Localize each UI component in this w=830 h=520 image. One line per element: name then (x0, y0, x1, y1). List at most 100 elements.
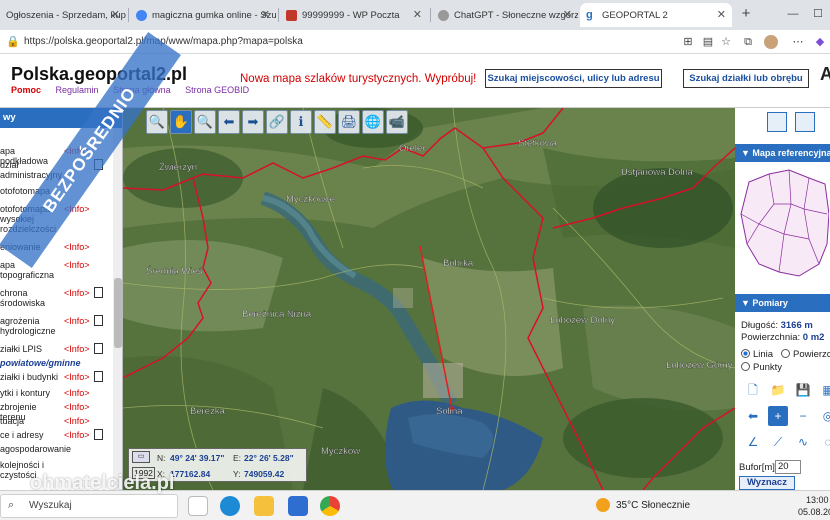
layer-name: tuacja (0, 416, 25, 426)
tab-chatgpt[interactable]: ChatGPT - Słoneczne wzgórze ✕ (432, 3, 578, 27)
mode-points-option[interactable]: Punkty (741, 362, 782, 373)
compute-button[interactable]: Wyznacz (739, 476, 795, 490)
layer-info-link[interactable]: <Info> (64, 316, 90, 326)
profile-avatar[interactable] (764, 35, 778, 49)
chrome-icon[interactable] (320, 496, 340, 516)
open-folder-icon[interactable]: 📁 (768, 380, 788, 400)
tab-title: GEOPORTAL 2 (602, 9, 668, 21)
buffer-input[interactable]: 20 (775, 460, 801, 474)
close-tab-icon[interactable]: ✕ (111, 8, 120, 21)
grid-icon[interactable]: ▦ (818, 380, 830, 400)
layer-info-link[interactable]: <Info> (64, 402, 90, 412)
radio-icon[interactable] (781, 349, 790, 358)
copilot-icon[interactable]: ◆ (812, 34, 828, 50)
undo-arrow-icon[interactable]: ⬅ (743, 406, 763, 426)
map-canvas[interactable]: Zwierzyń Orelec Stefkowa Ustjanowa Dolna… (123, 108, 735, 490)
document-icon[interactable] (94, 429, 103, 440)
place-label: Berezka (190, 406, 226, 417)
polyline-icon[interactable]: ⟋ (768, 432, 788, 452)
layer-info-link[interactable]: <Info> (64, 430, 90, 440)
mode-line-option[interactable]: Linia (741, 349, 773, 360)
tab-wp-poczta[interactable]: 99999999 - WP Poczta ✕ (280, 3, 428, 27)
info-icon[interactable]: ℹ (290, 110, 312, 134)
edge-icon[interactable] (220, 496, 240, 516)
close-tab-icon[interactable]: ✕ (413, 8, 422, 21)
close-tab-icon[interactable]: ✕ (261, 8, 270, 21)
add-point-icon[interactable]: + (768, 406, 788, 426)
store-icon[interactable] (288, 496, 308, 516)
file-explorer-icon[interactable] (254, 496, 274, 516)
document-icon[interactable] (94, 315, 103, 326)
zoom-in-icon[interactable]: 🔍 (194, 110, 216, 134)
layout-icon[interactable] (767, 112, 787, 132)
layer-info-link[interactable]: <Info> (64, 388, 90, 398)
layer-info-link[interactable]: <Info> (64, 288, 90, 298)
tab-magiczna-gumka[interactable]: magiczna gumka online - Szuk ✕ (130, 3, 276, 27)
app-icon[interactable]: ⊞ (680, 34, 696, 50)
close-tab-icon[interactable]: ✕ (717, 8, 726, 21)
weather-icon[interactable] (596, 498, 610, 512)
url-field[interactable]: https://polska.geoportal2.pl/map/www/map… (24, 33, 664, 51)
layout-split-icon[interactable] (795, 112, 815, 132)
menu-icon[interactable]: ⋯ (790, 34, 806, 50)
target-icon[interactable]: ◎ (818, 406, 830, 426)
measurements-header[interactable]: ▼ Pomiary (735, 294, 830, 312)
back-arrow-icon[interactable]: ⬅ (218, 110, 240, 134)
favorite-icon[interactable]: ☆ (718, 34, 734, 50)
search-parcel-button[interactable]: Szukaj działki lub obrębu (683, 69, 809, 88)
document-icon[interactable] (94, 371, 103, 382)
place-label: Ustjanowa Dolna (621, 167, 694, 178)
promo-banner[interactable]: Nowa mapa szlaków turystycznych. Wypróbu… (240, 73, 476, 85)
mode-area-option[interactable]: Powierzchnia (781, 349, 830, 360)
layer-info-link[interactable]: <Info> (64, 372, 90, 382)
remove-point-icon[interactable]: − (793, 406, 813, 426)
scroll-thumb[interactable] (114, 278, 122, 348)
poland-reference-map[interactable] (739, 164, 829, 280)
weather-text[interactable]: 35°C Słonecznie (616, 500, 690, 511)
zoom-out-icon[interactable]: 🔍 (146, 110, 168, 134)
buffer-icon[interactable]: ◌ (818, 432, 830, 452)
document-icon[interactable] (94, 287, 103, 298)
lock-icon[interactable]: 🔒 (5, 34, 21, 50)
forward-arrow-icon[interactable]: ➡ (242, 110, 264, 134)
layer-info-link[interactable]: <Info> (64, 260, 90, 270)
collections-icon[interactable]: ⧉ (740, 34, 756, 50)
close-tab-icon[interactable]: ✕ (563, 8, 572, 21)
layer-info-link[interactable]: <Info> (64, 344, 90, 354)
reference-map-header[interactable]: ▼ Mapa referencyjna (735, 144, 830, 162)
help-link[interactable]: Pomoc (11, 85, 41, 95)
address-bar: 🔒 https://polska.geoportal2.pl/map/www/m… (0, 30, 830, 54)
link-icon[interactable]: 🔗 (266, 110, 288, 134)
mail-icon (286, 9, 297, 21)
new-document-icon[interactable]: 🗋 (743, 380, 763, 400)
new-tab-icon[interactable]: + (738, 6, 754, 22)
globe-icon[interactable]: 🌐 (362, 110, 384, 134)
clock-time[interactable]: 13:00 (806, 495, 829, 505)
layers-scrollbar[interactable] (113, 128, 122, 490)
reader-icon[interactable]: ▤ (700, 34, 716, 50)
tab-geoportal[interactable]: g GEOPORTAL 2 ✕ (580, 3, 732, 27)
geobid-link[interactable]: Strona GEOBID (185, 85, 249, 95)
scale-icon[interactable]: ▭ (132, 451, 150, 463)
radio-icon[interactable] (741, 362, 750, 371)
layer-info-link[interactable]: <Info> (64, 242, 90, 252)
video-icon[interactable]: 📹 (386, 110, 408, 134)
terms-link[interactable]: Regulamin (56, 85, 99, 95)
pan-hand-icon[interactable]: ✋ (170, 110, 192, 134)
task-view-icon[interactable] (188, 496, 208, 516)
minimize-icon[interactable]: — (785, 6, 801, 22)
taskbar-search[interactable]: Wyszukaj (0, 494, 178, 518)
curve-icon[interactable]: ∿ (793, 432, 813, 452)
print-icon[interactable]: 🖨 (338, 110, 360, 134)
measure-ruler-icon[interactable]: 📏 (314, 110, 336, 134)
search-place-button[interactable]: Szukaj miejscowości, ulicy lub adresu (485, 69, 662, 88)
document-icon[interactable] (94, 343, 103, 354)
angle-icon[interactable]: ∠ (743, 432, 763, 452)
save-icon[interactable]: 💾 (793, 380, 813, 400)
tab-ogloszenia[interactable]: Ogłoszenia - Sprzedam, kupię - ✕ (0, 3, 126, 27)
clock-date[interactable]: 05.08.20 (798, 507, 830, 517)
maximize-icon[interactable]: ☐ (810, 6, 826, 22)
length-value: 3166 m (780, 320, 813, 331)
radio-icon[interactable] (741, 349, 750, 358)
layer-info-link[interactable]: <Info> (64, 416, 90, 426)
